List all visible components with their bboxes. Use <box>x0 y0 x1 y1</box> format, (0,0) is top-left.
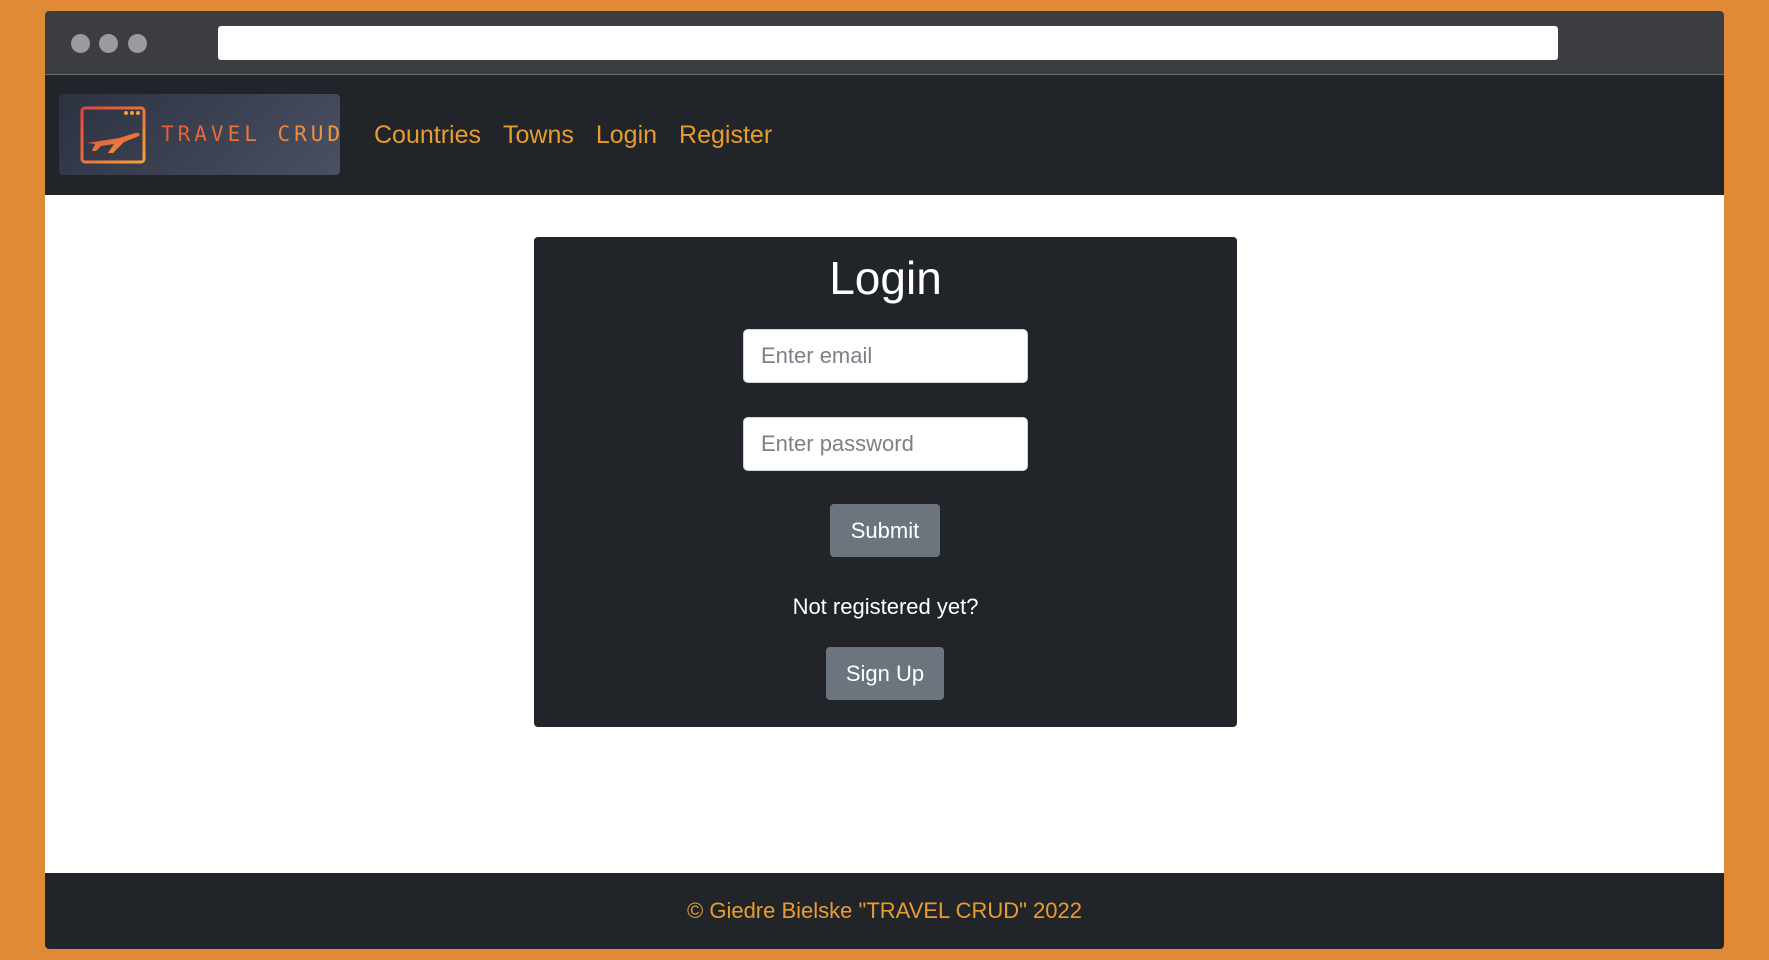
nav-links: Countries Towns Login Register <box>374 75 794 195</box>
navbar: TRAVEL CRUD Countries Towns Login Regist… <box>45 75 1724 195</box>
address-bar[interactable] <box>218 26 1558 60</box>
nav-link-login[interactable]: Login <box>596 121 657 150</box>
browser-window: TRAVEL CRUD Countries Towns Login Regist… <box>45 11 1724 949</box>
login-title: Login <box>829 252 942 304</box>
brand-logo[interactable]: TRAVEL CRUD <box>59 94 340 175</box>
email-field[interactable] <box>743 329 1028 383</box>
airplane-window-icon <box>80 106 146 164</box>
window-minimize-dot[interactable] <box>99 34 118 53</box>
nav-link-register[interactable]: Register <box>679 121 772 150</box>
nav-link-towns[interactable]: Towns <box>503 121 574 150</box>
footer-copyright: © Giedre Bielske "TRAVEL CRUD" 2022 <box>687 898 1082 923</box>
window-maximize-dot[interactable] <box>128 34 147 53</box>
login-card: Login Submit Not registered yet? Sign Up <box>534 237 1237 727</box>
footer: © Giedre Bielske "TRAVEL CRUD" 2022 <box>45 873 1724 949</box>
not-registered-text: Not registered yet? <box>792 594 979 619</box>
submit-button[interactable]: Submit <box>830 504 940 557</box>
sign-up-button[interactable]: Sign Up <box>826 647 944 700</box>
brand-text: TRAVEL CRUD <box>161 122 345 146</box>
password-field[interactable] <box>743 417 1028 471</box>
nav-link-countries[interactable]: Countries <box>374 121 481 150</box>
window-close-dot[interactable] <box>71 34 90 53</box>
browser-chrome <box>45 11 1724 75</box>
